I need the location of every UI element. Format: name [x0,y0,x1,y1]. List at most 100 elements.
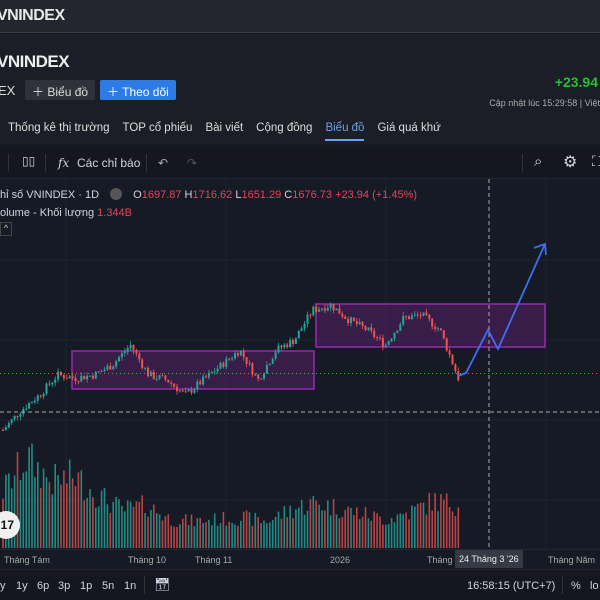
volume-bar [155,513,158,548]
time-label: Tháng Tám [4,555,50,565]
volume-bar [100,490,103,548]
volume-bar [402,514,404,548]
candle [425,312,428,315]
candle [265,365,268,374]
candle [323,308,326,311]
function-icon[interactable]: fx [58,156,69,170]
crosshair-date-label: 24 Tháng 3 '26 [455,550,523,568]
candle [297,330,300,339]
candle [39,395,42,397]
range-5d[interactable]: 5n [102,580,114,592]
volume-bar [266,523,268,548]
fullscreen-icon[interactable]: ⛶ [592,153,600,170]
clock-time: 16:58:15 (UTC+7) [467,580,556,592]
candle [149,371,152,377]
calendar-icon[interactable]: 📅︎ [154,577,171,593]
candle [318,309,321,312]
range-button[interactable]: y [0,580,6,592]
candle [25,408,28,410]
candle [263,373,265,379]
follow-button[interactable]: ＋ Theo dõi [100,80,176,100]
candle [437,328,439,330]
candle-type-icon[interactable]: ▯▯ [22,154,35,168]
tab-community[interactable]: Cộng đồng [256,122,312,141]
volume-bar [341,516,344,548]
volume-bar [57,475,59,548]
candle [344,316,347,319]
candle [271,358,274,364]
add-chart-button[interactable]: ＋ Biểu đồ [25,80,96,100]
redo-icon[interactable]: ↷ [187,156,197,170]
volume-bar [144,512,146,548]
volume-bar [77,472,80,548]
range-1y[interactable]: 1y [16,580,28,592]
tab-articles[interactable]: Bài viết [205,122,243,141]
candle [13,415,16,420]
tab-history[interactable]: Giá quá khứ [377,122,440,141]
candle [225,358,228,368]
tab-bar: Thống kê thị trường TOP cổ phiếu Bài viế… [8,122,441,141]
gear-icon[interactable]: ⚙ [563,152,577,172]
volume-bar [13,475,16,548]
volume-bar [428,492,431,548]
candle [405,315,408,317]
tab-top-stocks[interactable]: TOP cổ phiếu [123,122,193,141]
indicators-button[interactable]: Các chỉ báo [77,156,140,170]
candle [309,314,312,316]
candle [338,308,341,314]
volume-bar [74,486,77,548]
tab-chart[interactable]: Biểu đồ [325,122,365,141]
volume-bar [63,470,65,548]
candle [196,381,199,390]
undo-icon[interactable]: ↶ [158,156,168,170]
candle [202,376,205,385]
volume-bar [405,512,407,548]
candle [242,350,245,358]
candle [396,330,399,333]
percent-toggle[interactable]: % [571,580,581,592]
candle [155,378,158,380]
range-1d[interactable]: 1n [124,580,136,592]
volume-bar [385,524,387,548]
candle [115,361,118,367]
volume-bar [344,509,346,548]
volume-bar [193,526,196,548]
volume-bar [196,518,199,548]
volume-bar [257,517,259,548]
range-1m[interactable]: 1p [80,580,92,592]
range-6m[interactable]: 6p [37,580,49,592]
volume-bar [324,510,326,548]
volume-bar [66,483,68,548]
volume-bar [190,514,193,548]
range-3m[interactable]: 3p [58,580,70,592]
volume-bar [121,505,123,548]
volume-bar [141,495,143,548]
collapse-legend-button[interactable]: ^ [0,222,12,236]
candle [16,415,19,417]
hide-icon[interactable] [110,188,123,200]
candle [86,375,89,380]
volume-bar [54,464,56,548]
volume-bar [411,505,413,548]
volume-bar [425,514,428,548]
candle [445,338,448,351]
volume-bar [312,495,315,548]
volume-bar [350,507,352,548]
close-value: 1676.73 [292,189,332,201]
time-label: 2026 [330,555,351,565]
volume-bar [208,519,210,548]
candle [451,354,454,365]
log-toggle[interactable]: lo [590,580,599,592]
candle [268,363,271,366]
candle [442,330,445,339]
volume-bar [271,519,274,548]
candle [379,337,381,339]
volume-bar [34,477,36,548]
volume-bar [318,504,320,548]
candle [181,390,184,392]
candle [393,332,396,339]
zoom-icon[interactable]: ⌕ [534,153,542,170]
volume-bar [280,518,283,548]
tab-market-stats[interactable]: Thống kê thị trường [8,122,110,141]
candle [36,395,39,401]
